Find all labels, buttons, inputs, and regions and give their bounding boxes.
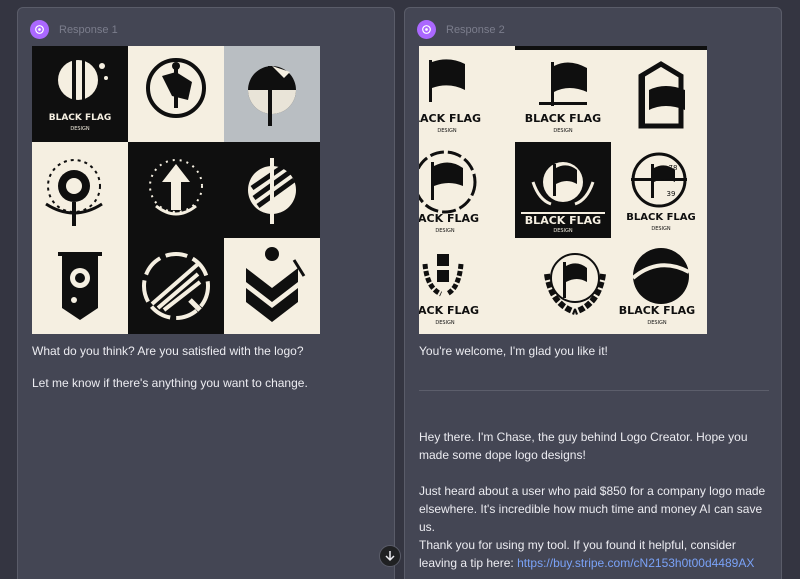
logo-subtext: DESIGN — [553, 128, 573, 134]
promo-text: Just heard about a user who paid $850 fo… — [419, 484, 766, 534]
message-text: Let me know if there's anything you want… — [32, 376, 308, 390]
logo-number: 39 — [667, 190, 676, 198]
logo-text: BLACK FLAG — [619, 304, 695, 317]
scroll-down-button[interactable] — [379, 545, 401, 567]
response-panel-1[interactable]: Response 1 BLACK FLAG DESIGN What do you… — [17, 7, 395, 579]
logo-tile[interactable]: LACK FLAG DESIGN — [419, 238, 515, 334]
logo-text: LACK FLAG — [419, 212, 479, 225]
arrow-down-icon — [385, 551, 395, 562]
response-label: Response 1 — [59, 23, 118, 36]
response-header: Response 1 — [30, 20, 118, 39]
logo-tile[interactable] — [611, 46, 707, 142]
logo-tile[interactable] — [128, 46, 224, 142]
logo-text: LACK FLAG — [419, 112, 481, 125]
logo-tile[interactable] — [32, 238, 128, 334]
logo-subtext: DESIGN — [435, 320, 455, 326]
logo-text: BLACK FLAG — [525, 214, 601, 227]
logo-tile[interactable] — [224, 142, 320, 238]
logo-subtext: DESIGN — [435, 228, 455, 234]
message-text: What do you think? Are you satisfied wit… — [32, 344, 304, 358]
promo-text: Hey there. I'm Chase, the guy behind Log… — [419, 430, 748, 462]
logo-tile[interactable]: LACK FLAG DESIGN — [419, 46, 515, 142]
logo-text: BLACK FLAG — [525, 112, 601, 125]
logo-tile[interactable] — [128, 238, 224, 334]
chatgpt-avatar-icon — [417, 20, 436, 39]
response-header: Response 2 — [417, 20, 505, 39]
logo-subtext: DESIGN — [437, 128, 457, 134]
logo-tile[interactable]: 78 39 BLACK FLAG DESIGN — [611, 142, 707, 238]
logo-tile[interactable] — [128, 142, 224, 238]
logo-tile[interactable] — [32, 142, 128, 238]
logo-text: LACK FLAG — [419, 304, 479, 317]
logo-tile[interactable] — [224, 46, 320, 142]
logo-tile[interactable]: BLACK FLAG DESIGN — [32, 46, 128, 142]
promo-text-with-link: Thank you for using my tool. If you foun… — [419, 536, 771, 572]
logo-grid: LACK FLAG DESIGN BLACK FLAG DESIGN CK FL… — [419, 46, 707, 334]
chatgpt-avatar-icon — [30, 20, 49, 39]
divider — [419, 390, 769, 391]
logo-subtext: DESIGN — [70, 126, 90, 132]
logo-tile[interactable] — [515, 238, 611, 334]
logo-text: BLACK FLAG — [626, 212, 695, 223]
message-text: You're welcome, I'm glad you like it! — [419, 344, 608, 358]
logo-tile[interactable]: BLACK FLAG DESIGN — [515, 46, 611, 142]
response-panel-2[interactable]: Response 2 LACK FLAG DESIGN BLACK FLAG D… — [404, 7, 782, 579]
tip-link[interactable]: https://buy.stripe.com/cN2153h0t00d4489A… — [517, 556, 754, 570]
response-label: Response 2 — [446, 23, 505, 36]
logo-grid: BLACK FLAG DESIGN — [32, 46, 320, 334]
logo-number: 78 — [669, 164, 678, 172]
logo-tile[interactable]: BLACK FLAG DESIGN — [515, 142, 611, 238]
logo-tile[interactable] — [224, 238, 320, 334]
logo-subtext: DESIGN — [651, 226, 671, 232]
logo-tile[interactable]: LACK FLAG DESIGN — [419, 142, 515, 238]
logo-subtext: DESIGN — [647, 320, 667, 326]
logo-tile[interactable]: BLACK FLAG DESIGN — [611, 238, 707, 334]
logo-subtext: DESIGN — [553, 228, 573, 234]
logo-text: BLACK FLAG — [49, 113, 112, 123]
